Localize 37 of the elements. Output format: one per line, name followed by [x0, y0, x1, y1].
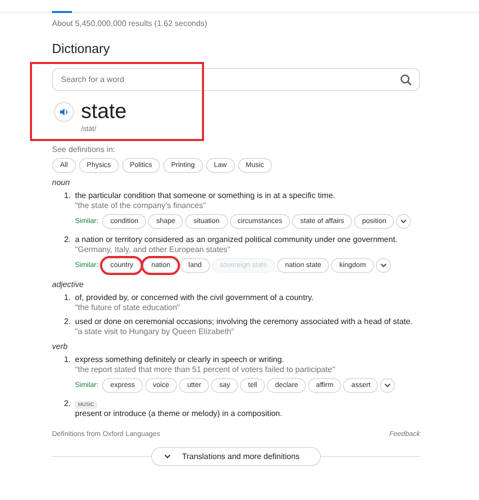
definition-text: express something definitely or clearly in speech or writing. [75, 355, 285, 365]
definition-text: used or done on ceremonial occasions; involving the ceremony associated with a head of state. [75, 317, 414, 327]
definition-text: of, provided by, or concerned with the civil government of a country. [75, 293, 314, 303]
speaker-icon [59, 107, 69, 117]
example-text: "the future of state education" [75, 303, 181, 313]
expand-button[interactable] [396, 214, 412, 229]
search-icon[interactable] [400, 74, 412, 86]
part-of-speech: verb [52, 342, 69, 351]
more-definitions-button[interactable]: Translations and more definitions [151, 447, 321, 466]
part-of-speech: adjective [52, 280, 85, 289]
results-stats: About 5,450,000,000 results (1.62 seconds) [52, 19, 208, 28]
expand-button[interactable] [380, 378, 396, 393]
definition-number: 1. [64, 191, 72, 202]
definition-number: 2. [64, 235, 72, 246]
expand-button[interactable] [376, 258, 391, 273]
definition-number: 2. [64, 317, 72, 328]
active-tab-indicator [52, 11, 72, 13]
definition-text: a nation or territory considered as an organized political community under one government. [75, 235, 398, 245]
search-field[interactable]: Search for a word [52, 68, 420, 91]
headword: state [81, 100, 127, 124]
example-text: "the report stated that more than 51 percent of voters failed to participate" [75, 365, 336, 375]
definition-number: 1. [64, 293, 72, 304]
definition-number: 2. [64, 399, 72, 410]
example-text: "a state visit to Hungary by Queen Elizabeth" [75, 327, 236, 337]
pronounce-button[interactable] [54, 102, 74, 122]
domains-label: See definitions in: [52, 145, 116, 154]
definition-number: 1. [64, 355, 72, 366]
chevron-down-icon [384, 383, 392, 388]
chevron-down-icon [164, 454, 171, 459]
chevron-down-icon [400, 219, 408, 224]
definition-text: the particular condition that someone or something is in at a specific time. [75, 191, 336, 201]
example-text: "the state of the company's finances" [75, 201, 207, 211]
dictionary-heading: Dictionary [52, 41, 111, 56]
definition-text: present or introduce (a theme or melody) in a composition. [75, 409, 284, 419]
chevron-down-icon [380, 263, 387, 268]
part-of-speech: noun [52, 178, 71, 187]
example-text: "Germany, Italy, and other European states" [75, 245, 232, 255]
